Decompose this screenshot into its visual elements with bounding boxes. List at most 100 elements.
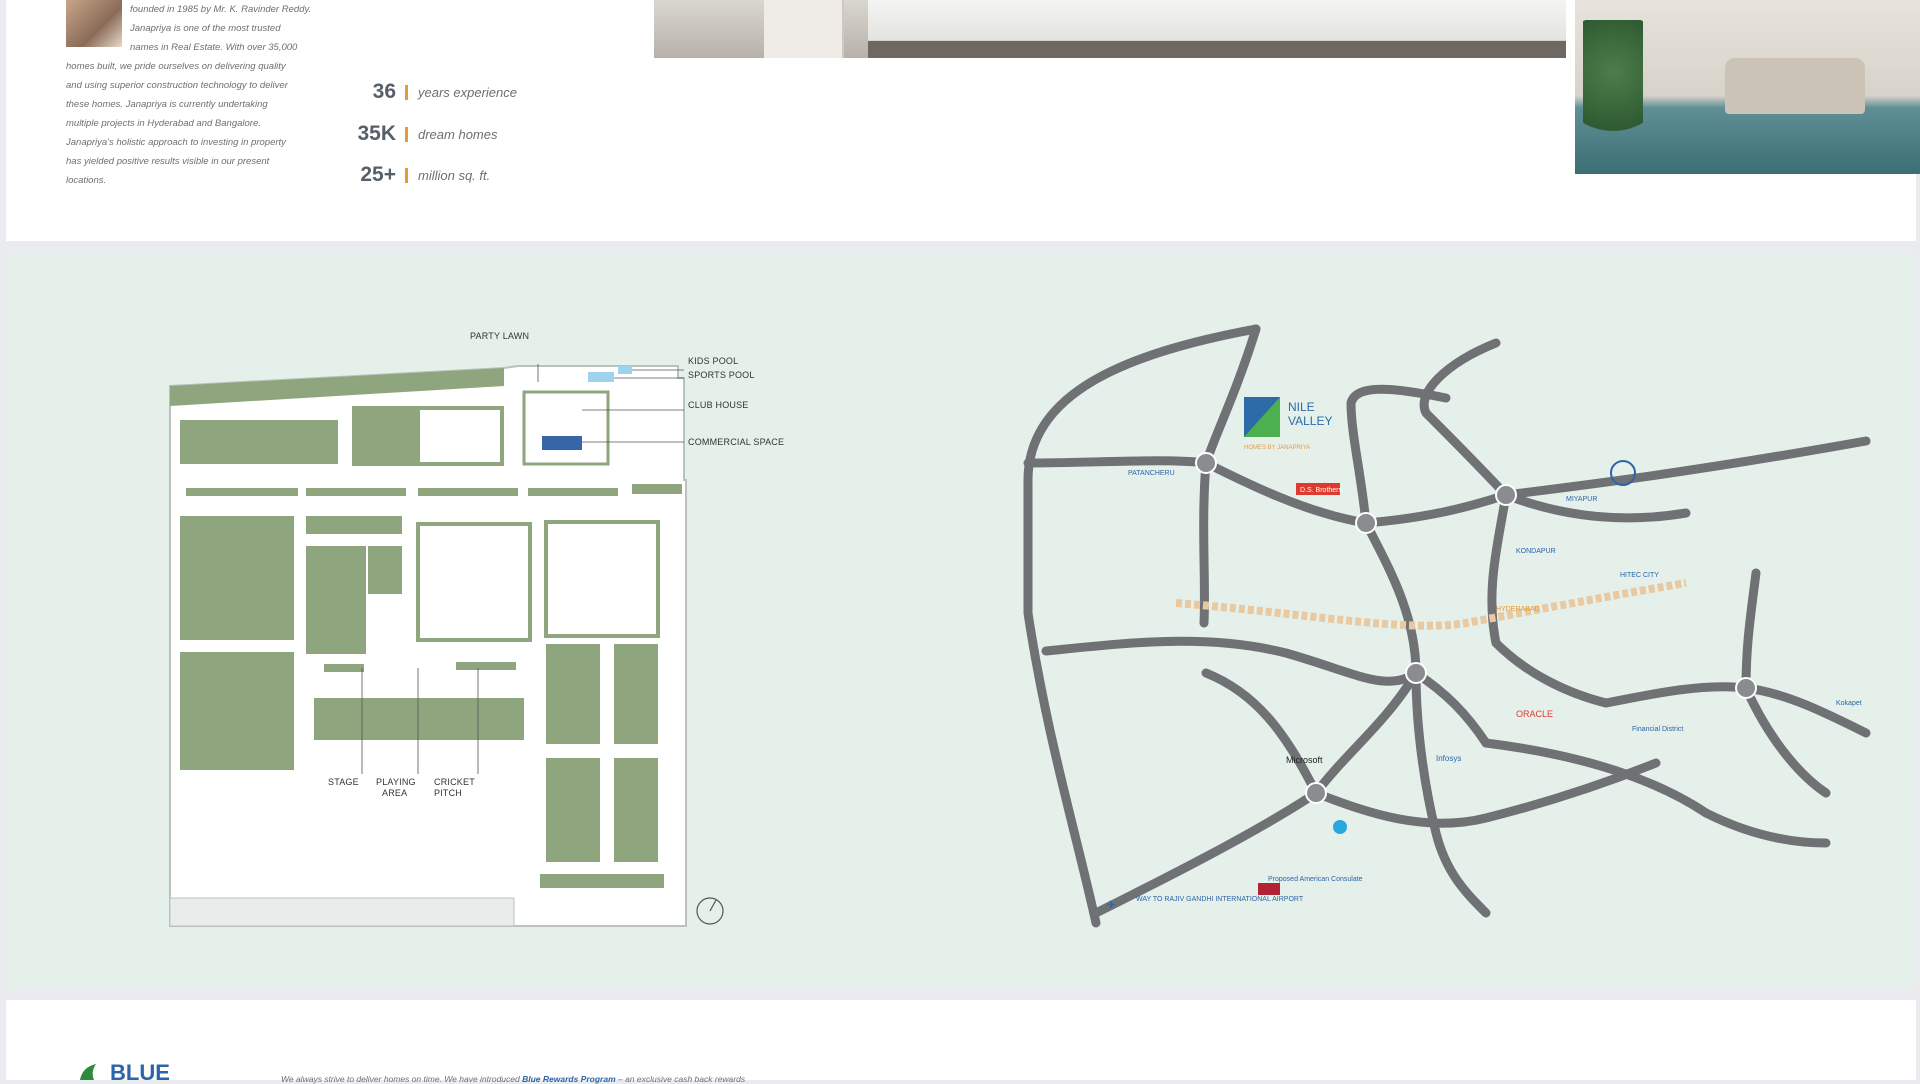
project-logo: NILE VALLEY HOMES BY JANAPRIYA [1244,397,1332,451]
rewards-text: We always strive to deliver homes on tim… [281,1074,745,1084]
rewards-text-suffix: – an exclusive cash back rewards [615,1074,746,1084]
map-label: WAY TO RAJIV GANDHI INTERNATIONAL AIRPOR… [1136,896,1304,903]
block-7 [180,652,294,770]
block-6 [544,520,660,638]
stat-label: million sq. ft. [418,167,491,183]
junction-icon [1305,782,1327,804]
block-8 [314,698,524,740]
master-plan-section: PARTY LAWN KIDS POOL SPORTS POOL CLUB HO… [6,253,1916,988]
callout-commercial-space: COMMERCIAL SPACE [688,437,785,447]
green-strip [632,484,682,494]
metro-line [1175,579,1687,630]
map-label: Kokapet [1836,700,1862,707]
stat-value: 35K [357,122,396,145]
green-strip [306,516,402,534]
about-line: Janapriya's holistic approach to investi… [66,137,286,148]
callout-club-house: CLUB HOUSE [688,400,749,410]
rewards-program-link[interactable]: Blue Rewards Program [522,1074,616,1084]
leaf-icon [80,1064,96,1080]
location-map: NILE VALLEY HOMES BY JANAPRIYA D.S. Brot… [1023,324,1871,928]
about-section: founded in 1985 by Mr. K. Ravinder Reddy… [6,0,1920,241]
about-line: these homes. Janapriya is currently unde… [66,99,268,110]
cricket-pitch [456,662,516,670]
block-10b [614,758,658,862]
stat-value: 36 [372,80,396,103]
site-plan [169,364,724,927]
stat-homes: 35K dream homes [356,122,497,146]
block-2b [416,406,504,466]
junction-icon [1735,677,1757,699]
green-strip [186,488,298,496]
plant-shape [1583,20,1643,150]
cabinet-shape [764,0,844,58]
bedroom-photo [654,0,1566,58]
about-line: and using superior construction technolo… [66,80,288,91]
about-line: multiple projects in Hyderabad and Banga… [66,118,261,129]
project-tagline: HOMES BY JANAPRIYA [1244,445,1310,451]
about-paragraph: founded in 1985 by Mr. K. Ravinder Reddy… [66,0,336,190]
block-9b [614,644,658,744]
map-label: Proposed American Consulate [1268,876,1363,883]
green-strip [540,874,664,888]
block-4b [368,546,402,594]
logo-text: BLUE [110,1062,170,1080]
stat-divider [405,126,408,142]
rewards-section: BLUE We always strive to deliver homes o… [6,1000,1916,1084]
club-house [522,390,610,466]
map-label: Microsoft [1286,755,1323,765]
map-label: HYDERABAD [1496,606,1540,613]
salesforce-icon [1333,820,1347,834]
map-label: MIYAPUR [1566,496,1597,503]
callout-playing-area: AREA [382,788,408,798]
green-strip [528,488,618,496]
sofa-shape [1725,58,1865,114]
green-strip [418,488,518,496]
stat-area: 25+ million sq. ft. [356,163,490,187]
about-line: founded in 1985 by Mr. K. Ravinder Reddy… [130,4,312,15]
map-label: Financial District [1632,726,1683,733]
map-label: ORACLE [1516,709,1553,719]
junction-icon [1495,484,1517,506]
block-4 [306,546,366,654]
about-line: homes built, we pride ourselves on deliv… [66,61,286,72]
callout-kids-pool: KIDS POOL [688,356,739,366]
callout-sports-pool: SPORTS POOL [688,370,755,380]
commercial-space [542,436,582,450]
blue-logo: BLUE [80,1062,170,1080]
block-3 [180,516,294,640]
stat-years: 36 years experience [356,80,517,104]
stat-divider [405,167,408,183]
main-road [169,897,515,927]
about-line: Janapriya is one of the most trusted [130,23,281,34]
green-strip [306,488,406,496]
junction-icon [1195,452,1217,474]
map-label: Infosys [1436,754,1461,763]
junction-icon [1355,512,1377,534]
block-row-1 [180,420,338,464]
callout-stage: STAGE [328,777,359,787]
sports-pool [588,372,614,382]
map-label: PATANCHERU [1128,470,1175,477]
project-logo-text: NILE [1288,400,1315,414]
rewards-text-prefix: We always strive to deliver homes on tim… [281,1074,523,1084]
junction-icon [1405,662,1427,684]
block-5 [416,522,532,642]
project-logo-text: VALLEY [1288,414,1332,428]
map-label: HITEC CITY [1620,572,1659,579]
kids-pool [618,366,632,374]
about-line: names in Real Estate. With over 35,000 [130,42,298,53]
living-room-photo [1575,0,1920,174]
about-line: has yielded positive results visible in … [66,156,270,167]
block-9a [546,644,600,744]
map-label: KONDAPUR [1516,548,1556,555]
callout-playing-area: PLAYING [376,777,416,787]
callout-cricket-pitch: CRICKET [434,777,475,787]
stat-label: years experience [418,84,517,100]
callout-party-lawn: PARTY LAWN [470,331,530,341]
bed-shape [868,0,1566,58]
us-flag-icon [1258,883,1280,895]
about-line: locations. [66,175,107,186]
stat-value: 25+ [360,163,396,186]
stat-label: dream homes [418,126,498,142]
block-10a [546,758,600,862]
